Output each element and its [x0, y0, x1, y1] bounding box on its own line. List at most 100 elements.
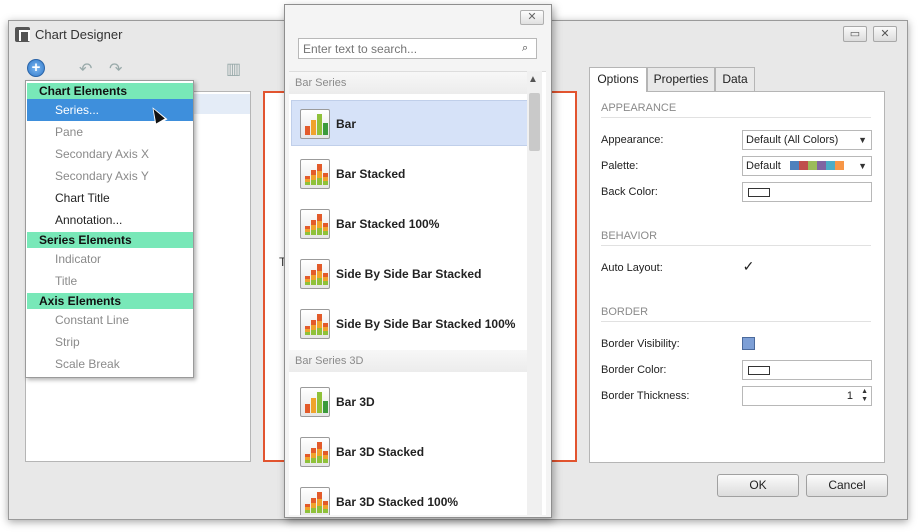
- palette-color-swatch: [825, 161, 835, 170]
- bar-chart-icon: [300, 387, 330, 417]
- gallery-item-side-by-side-bar-stacked[interactable]: Side By Side Bar Stacked: [291, 250, 529, 296]
- icon-bar: [323, 273, 328, 285]
- back-color-picker[interactable]: [742, 182, 872, 202]
- icon-bar: [323, 451, 328, 463]
- icon-bar: [305, 454, 310, 463]
- chevron-down-icon: ▼: [858, 135, 867, 145]
- section-border: BORDER: [601, 306, 871, 322]
- icon-bar: [305, 326, 310, 335]
- series-gallery-popup: ✕ ⌕ Bar Series Bar Bar Stacked Bar Stacked …: [284, 4, 552, 518]
- menu-item-series[interactable]: Series...: [27, 99, 193, 121]
- icon-bar: [311, 320, 316, 335]
- menu-item-indicator[interactable]: Indicator: [27, 248, 193, 270]
- chart-wizard-icon[interactable]: ▥: [226, 59, 241, 79]
- tab-properties[interactable]: Properties: [647, 67, 715, 91]
- gallery-category-header: Bar Series: [289, 72, 529, 94]
- icon-bar: [323, 501, 328, 513]
- icon-bar: [323, 401, 328, 413]
- bar-chart-icon: [300, 209, 330, 239]
- gallery-item-side-by-side-bar-stacked-100[interactable]: Side By Side Bar Stacked 100%: [291, 300, 529, 346]
- tab-options[interactable]: Options: [589, 67, 647, 92]
- gallery-item-bar[interactable]: Bar: [291, 100, 529, 146]
- bar-chart-icon: [300, 437, 330, 467]
- bar-chart-icon: [300, 309, 330, 339]
- redo-icon[interactable]: ↷: [109, 59, 122, 79]
- gallery-scrollbar-thumb[interactable]: [529, 93, 540, 151]
- color-swatch: [748, 188, 770, 197]
- bar-chart-icon: [300, 159, 330, 189]
- gallery-item-bar-3d-stacked[interactable]: Bar 3D Stacked: [291, 428, 529, 474]
- menu-item-strip[interactable]: Strip: [27, 331, 193, 353]
- palette-value: Default: [746, 160, 781, 172]
- appearance-combo[interactable]: Default (All Colors) ▼: [742, 130, 872, 150]
- scroll-up-icon[interactable]: ▲: [528, 74, 538, 85]
- palette-combo[interactable]: Default ▼: [742, 156, 872, 176]
- app-icon: [15, 27, 30, 42]
- gallery-search-input[interactable]: [298, 38, 537, 59]
- auto-layout-checkbox[interactable]: ✓: [742, 259, 755, 274]
- gallery-item-bar-3d-stacked-100[interactable]: Bar 3D Stacked 100%: [291, 478, 529, 515]
- menu-item-title[interactable]: Title: [27, 270, 193, 292]
- options-page: APPEARANCE Appearance: Default (All Colo…: [589, 91, 885, 463]
- icon-bar: [317, 392, 322, 413]
- gallery-close-button[interactable]: ✕: [520, 10, 544, 25]
- gallery-category-header: Bar Series 3D: [289, 350, 529, 372]
- menu-item-constant-line[interactable]: Constant Line: [27, 309, 193, 331]
- series-view-list[interactable]: Bar Series Bar Bar Stacked Bar Stacked 100%…: [289, 71, 546, 515]
- close-button[interactable]: ✕: [873, 26, 897, 42]
- gallery-item-bar-stacked[interactable]: Bar Stacked: [291, 150, 529, 196]
- gallery-item-bar-stacked-100[interactable]: Bar Stacked 100%: [291, 200, 529, 246]
- auto-layout-label: Auto Layout:: [601, 262, 663, 274]
- icon-bar: [317, 264, 322, 285]
- icon-bar: [311, 220, 316, 235]
- maximize-button[interactable]: ▭: [843, 26, 867, 42]
- undo-icon[interactable]: ↶: [79, 59, 92, 79]
- icon-bar: [305, 176, 310, 185]
- menu-item-annotation[interactable]: Annotation...: [27, 209, 193, 231]
- border-thickness-value: 1: [846, 390, 853, 402]
- icon-bar: [311, 448, 316, 463]
- section-appearance: APPEARANCE: [601, 102, 871, 118]
- menu-item-secondary-axis-x[interactable]: Secondary Axis X: [27, 143, 193, 165]
- tab-data[interactable]: Data: [715, 67, 755, 91]
- properties-panel: Options Properties Data APPEARANCE Appea…: [589, 67, 885, 463]
- gallery-item-label: Side By Side Bar Stacked 100%: [336, 317, 516, 331]
- menu-group-header: Series Elements: [27, 232, 193, 248]
- border-visibility-checkbox[interactable]: [742, 337, 755, 350]
- gallery-item-bar-3d[interactable]: Bar 3D: [291, 378, 529, 424]
- menu-item-scale-break[interactable]: Scale Break: [27, 353, 193, 375]
- icon-bar: [305, 404, 310, 413]
- palette-swatches: [789, 160, 844, 172]
- menu-item-pane[interactable]: Pane: [27, 121, 193, 143]
- back-color-label: Back Color:: [601, 186, 658, 198]
- palette-label: Palette:: [601, 160, 639, 172]
- spin-arrows-icon[interactable]: ▲ ▼: [861, 388, 868, 404]
- ok-button[interactable]: OK: [717, 474, 799, 497]
- bar-chart-icon: [300, 487, 330, 515]
- gallery-item-label: Bar 3D Stacked: [336, 445, 425, 459]
- cancel-button[interactable]: Cancel: [806, 474, 888, 497]
- add-element-icon[interactable]: +: [27, 59, 45, 77]
- border-color-label: Border Color:: [601, 364, 667, 376]
- icon-bar: [311, 170, 316, 185]
- palette-color-swatch: [798, 161, 808, 170]
- menu-item-secondary-axis-y[interactable]: Secondary Axis Y: [27, 165, 193, 187]
- border-color-picker[interactable]: [742, 360, 872, 380]
- gallery-item-label: Side By Side Bar Stacked: [336, 267, 482, 281]
- menu-group-header: Axis Elements: [27, 293, 193, 309]
- icon-bar: [305, 276, 310, 285]
- search-icon[interactable]: ⌕: [522, 42, 528, 55]
- icon-bar: [317, 314, 322, 335]
- palette-color-swatch: [807, 161, 817, 170]
- icon-bar: [323, 123, 328, 135]
- icon-bar: [317, 114, 322, 135]
- menu-group-header: Chart Elements: [27, 83, 193, 99]
- border-visibility-label: Border Visibility:: [601, 338, 680, 350]
- menu-item-chart-title[interactable]: Chart Title: [27, 187, 193, 209]
- bar-chart-icon: [300, 259, 330, 289]
- border-thickness-spinner[interactable]: 1 ▲ ▼: [742, 386, 872, 406]
- icon-bar: [311, 120, 316, 135]
- appearance-label: Appearance:: [601, 134, 664, 146]
- window-title: Chart Designer: [35, 27, 123, 42]
- icon-bar: [317, 492, 322, 513]
